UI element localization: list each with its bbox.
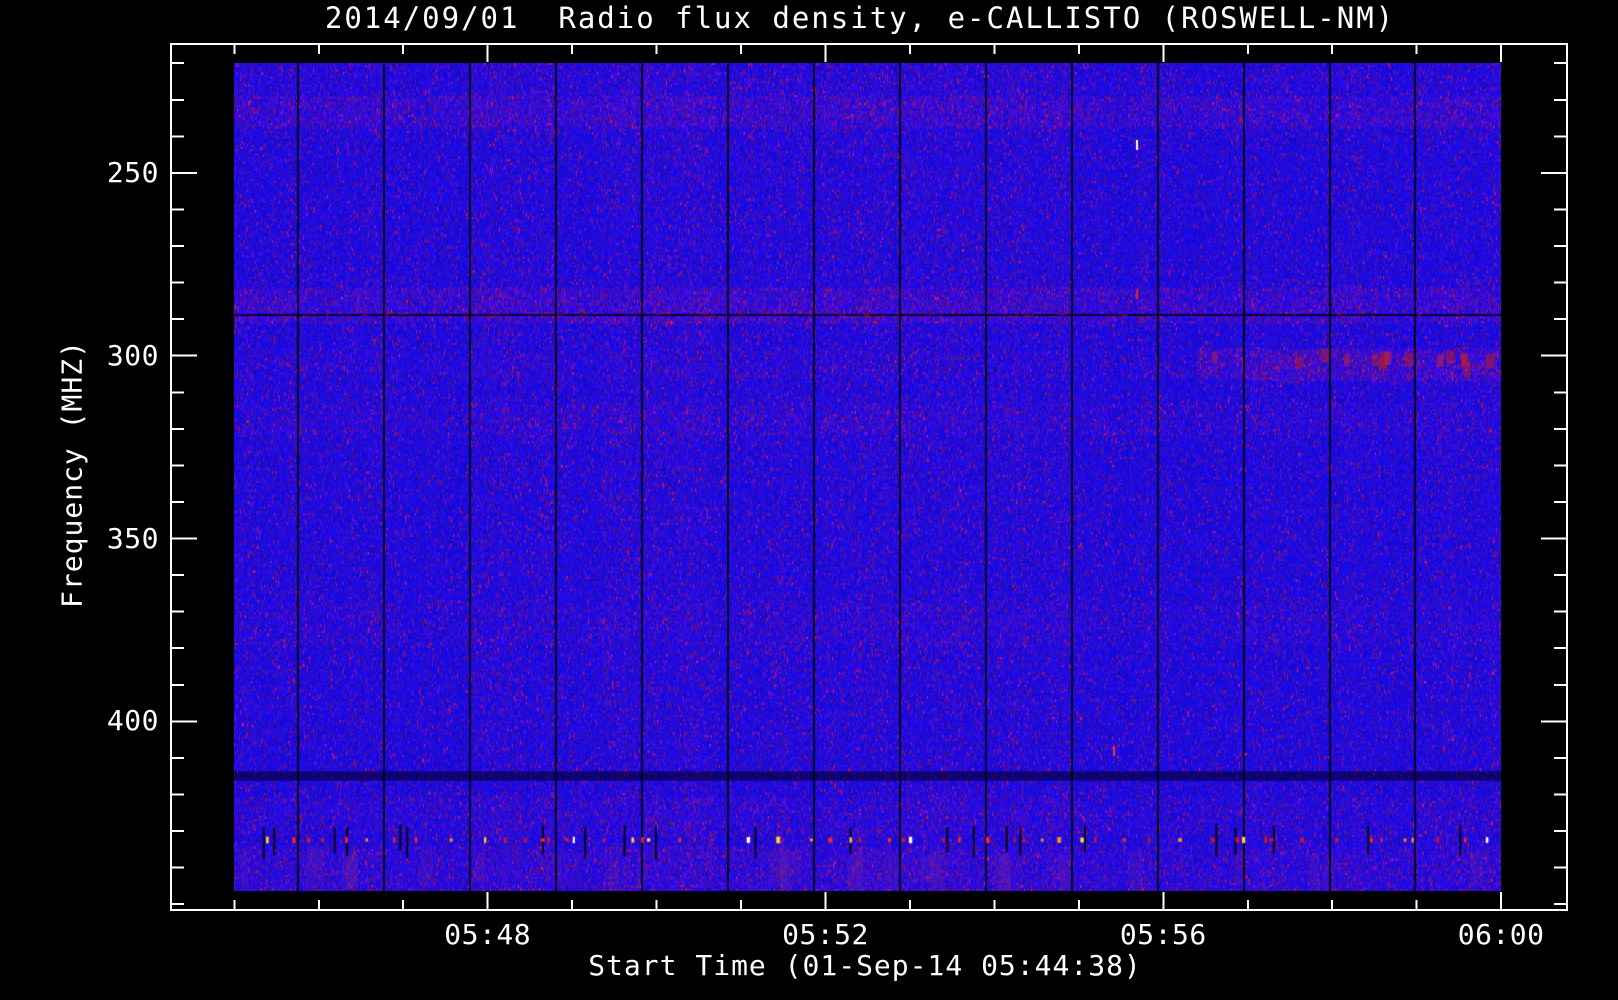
x-tick-label: 05:48 — [444, 918, 532, 951]
y-tick-label: 250 — [106, 155, 159, 189]
plot-frame — [170, 43, 1568, 911]
y-tick-label: 400 — [106, 704, 159, 738]
y-tick-label: 300 — [106, 338, 159, 372]
x-tick-label: 05:52 — [782, 918, 869, 951]
y-tick-label: 350 — [106, 521, 159, 555]
x-tick-label: 05:56 — [1119, 918, 1207, 951]
x-tick-label: 06:00 — [1457, 918, 1545, 951]
spectrogram-figure: 2014/09/01 Radio flux density, e-CALLIST… — [0, 0, 1618, 1000]
plot-axes — [170, 43, 1568, 911]
